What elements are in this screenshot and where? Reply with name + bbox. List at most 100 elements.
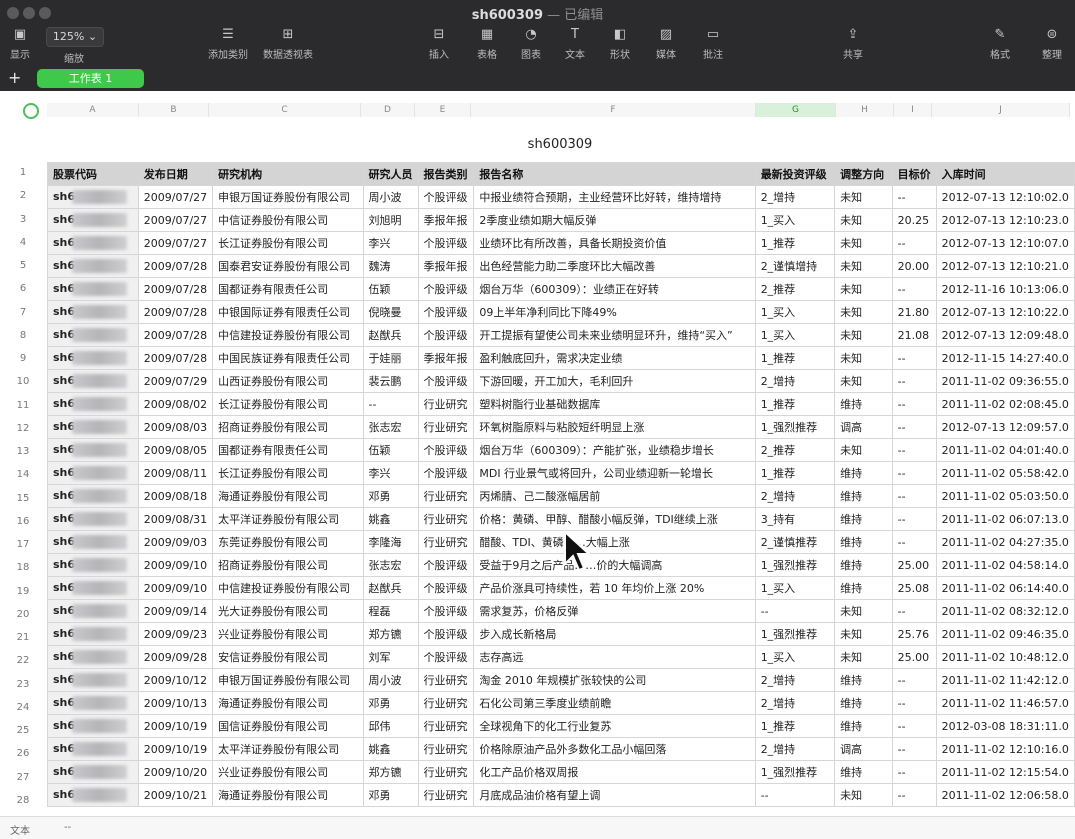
- row-number[interactable]: 7: [10, 307, 36, 318]
- table-cell[interactable]: 个股评级: [417, 461, 475, 485]
- table-cell[interactable]: 行业研究: [417, 691, 475, 715]
- table-cell[interactable]: --: [891, 438, 937, 462]
- header-cell[interactable]: 报告类别: [417, 162, 475, 186]
- column-header-i[interactable]: I: [894, 103, 932, 117]
- table-cell[interactable]: 海通证券股份有限公司: [212, 783, 364, 807]
- table-cell[interactable]: 个股评级: [417, 300, 475, 324]
- table-cell[interactable]: 2011-11-02 06:07:13.0: [935, 507, 1075, 531]
- row-number[interactable]: 22: [10, 655, 36, 666]
- format-button[interactable]: ✎ 格式: [972, 26, 1028, 61]
- table-cell[interactable]: 国都证券有限责任公司: [212, 277, 364, 301]
- row-number[interactable]: 18: [10, 562, 36, 573]
- table-cell[interactable]: 维持: [834, 553, 893, 577]
- row-number[interactable]: 23: [10, 679, 36, 690]
- table-cell[interactable]: 2011-11-02 09:46:35.0: [935, 622, 1075, 646]
- table-cell[interactable]: 2011-11-02 06:14:40.0: [935, 576, 1075, 600]
- table-cell[interactable]: 2012-07-13 12:09:57.0: [935, 415, 1075, 439]
- table-cell[interactable]: 1_推荐: [754, 461, 836, 485]
- row-number[interactable]: 5: [10, 260, 36, 271]
- column-header-d[interactable]: D: [361, 103, 415, 117]
- table-cell[interactable]: 维持: [834, 507, 893, 531]
- row-number[interactable]: 28: [10, 795, 36, 806]
- table-cell[interactable]: 刘军: [362, 645, 419, 669]
- table-cell[interactable]: 维持: [834, 668, 893, 692]
- table-cell[interactable]: 1_买入: [754, 208, 836, 232]
- row-number[interactable]: 6: [10, 283, 36, 294]
- table-cell[interactable]: 维持: [834, 760, 893, 784]
- header-cell[interactable]: 调整方向: [834, 162, 893, 186]
- table-cell[interactable]: 淘金 2010 年规模扩张较快的公司: [473, 668, 756, 692]
- stock-code-cell[interactable]: sh6: [47, 530, 139, 554]
- row-number[interactable]: 1: [10, 167, 36, 178]
- table-cell[interactable]: 兴业证券股份有限公司: [212, 760, 364, 784]
- sheet-tab-active[interactable]: 工作表 1: [37, 69, 144, 88]
- table-cell[interactable]: 1_买入: [754, 323, 836, 347]
- table-cell[interactable]: 维持: [834, 530, 893, 554]
- table-cell[interactable]: 1_推荐: [754, 346, 836, 370]
- table-cell[interactable]: 未知: [834, 369, 893, 393]
- stock-code-cell[interactable]: sh6: [47, 668, 139, 692]
- table-cell[interactable]: 2009/07/28: [137, 300, 214, 324]
- table-cell[interactable]: 2011-11-02 04:58:14.0: [935, 553, 1075, 577]
- table-cell[interactable]: 志存高远: [473, 645, 756, 669]
- column-header-j[interactable]: J: [932, 103, 1070, 117]
- table-cell[interactable]: 长江证券股份有限公司: [212, 461, 364, 485]
- table-cell[interactable]: 未知: [834, 622, 893, 646]
- table-cell[interactable]: MDI 行业景气或将回升，公司业绩迎新一轮增长: [473, 461, 756, 485]
- table-cell[interactable]: 行业研究: [417, 760, 475, 784]
- table-cell[interactable]: 安信证券股份有限公司: [212, 645, 364, 669]
- table-cell[interactable]: 未知: [834, 277, 893, 301]
- table-cell[interactable]: 1_推荐: [754, 714, 836, 738]
- row-number[interactable]: 12: [10, 423, 36, 434]
- table-cell[interactable]: 2009/09/23: [137, 622, 214, 646]
- stock-code-cell[interactable]: sh6: [47, 599, 139, 623]
- table-cell[interactable]: --: [891, 185, 937, 209]
- table-cell[interactable]: 1_强烈推荐: [754, 415, 836, 439]
- table-cell[interactable]: 中信证券股份有限公司: [212, 208, 364, 232]
- table-cell[interactable]: 月底成品油价格有望上调: [473, 783, 756, 807]
- table-cell[interactable]: 调高: [834, 737, 893, 761]
- table-cell[interactable]: 2011-11-02 04:27:35.0: [935, 530, 1075, 554]
- table-cell[interactable]: 20.00: [891, 254, 937, 278]
- header-cell[interactable]: 目标价: [891, 162, 937, 186]
- table-cell[interactable]: 2011-11-02 11:46:57.0: [935, 691, 1075, 715]
- table-cell[interactable]: 25.08: [891, 576, 937, 600]
- table-cell[interactable]: 2009/08/03: [137, 415, 214, 439]
- table-cell[interactable]: 2009/10/19: [137, 737, 214, 761]
- table-cell[interactable]: 2011-11-02 12:10:16.0: [935, 737, 1075, 761]
- stock-code-cell[interactable]: sh6: [47, 254, 139, 278]
- table-cell[interactable]: 倪晓曼: [362, 300, 419, 324]
- stock-code-cell[interactable]: sh6: [47, 576, 139, 600]
- table-cell[interactable]: 业绩环比有所改善，具备长期投资价值: [473, 231, 756, 255]
- table-cell[interactable]: 25.00: [891, 645, 937, 669]
- table-cell[interactable]: 2009/09/10: [137, 576, 214, 600]
- table-cell[interactable]: 未知: [834, 645, 893, 669]
- row-number[interactable]: 11: [10, 400, 36, 411]
- table-cell[interactable]: 盈利触底回升，需求决定业绩: [473, 346, 756, 370]
- table-cell[interactable]: 2009/07/27: [137, 208, 214, 232]
- table-cell[interactable]: 25.76: [891, 622, 937, 646]
- table-cell[interactable]: 2_谨慎增持: [754, 254, 836, 278]
- column-header-g[interactable]: G: [756, 103, 836, 117]
- stock-code-cell[interactable]: sh6: [47, 484, 139, 508]
- table-cell[interactable]: 2_增持: [754, 484, 836, 508]
- table-cell[interactable]: 个股评级: [417, 369, 475, 393]
- table-cell[interactable]: 2012-07-13 12:10:07.0: [935, 231, 1075, 255]
- table-cell[interactable]: 未知: [834, 254, 893, 278]
- table-cell[interactable]: 个股评级: [417, 185, 475, 209]
- pivot-table-button[interactable]: ⊞ 数据透视表: [260, 26, 316, 61]
- table-cell[interactable]: 海通证券股份有限公司: [212, 691, 364, 715]
- row-number[interactable]: 17: [10, 539, 36, 550]
- stock-code-cell[interactable]: sh6: [47, 507, 139, 531]
- table-cell[interactable]: 2011-11-02 08:32:12.0: [935, 599, 1075, 623]
- table-cell[interactable]: 1_推荐: [754, 231, 836, 255]
- table-cell[interactable]: 维持: [834, 691, 893, 715]
- table-cell[interactable]: 2_推荐: [754, 438, 836, 462]
- table-cell[interactable]: --: [891, 392, 937, 416]
- share-button[interactable]: ⇪ 共享: [825, 26, 881, 61]
- table-cell[interactable]: 1_推荐: [754, 392, 836, 416]
- table-cell[interactable]: 东莞证券股份有限公司: [212, 530, 364, 554]
- stock-code-cell[interactable]: sh6: [47, 392, 139, 416]
- table-cell[interactable]: 个股评级: [417, 645, 475, 669]
- organize-button[interactable]: ⊜ 整理: [1024, 26, 1075, 61]
